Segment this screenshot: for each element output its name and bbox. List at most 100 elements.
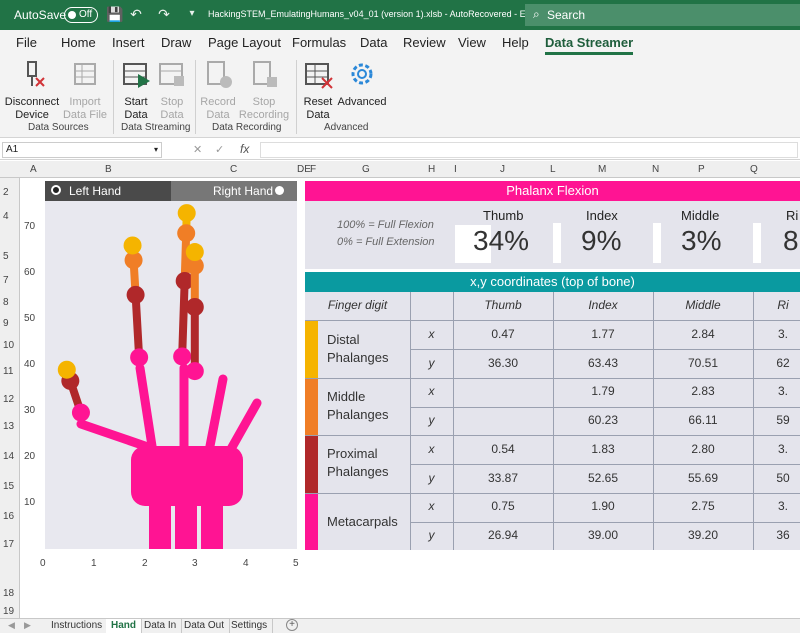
coordinate-cell[interactable]: 59	[753, 413, 800, 427]
import-data-file-button[interactable]: Import Data File	[60, 58, 110, 122]
coordinate-cell[interactable]: 2.75	[653, 499, 753, 513]
tab-view[interactable]: View	[458, 35, 486, 50]
column-header[interactable]: F	[310, 164, 316, 175]
coordinate-cell[interactable]: 33.87	[453, 471, 553, 485]
column-header[interactable]: M	[598, 164, 606, 175]
row-header[interactable]: 8	[3, 297, 9, 308]
reset-data-button[interactable]: Reset Data	[300, 58, 336, 122]
coordinate-cell[interactable]: 3.	[753, 499, 800, 513]
row-header[interactable]: 11	[3, 366, 13, 377]
coordinate-cell[interactable]: 3.	[753, 442, 800, 456]
column-header[interactable]: G	[362, 164, 370, 175]
row-header[interactable]: 4	[3, 211, 9, 222]
row-header[interactable]: 9	[3, 318, 9, 329]
row-header[interactable]: 12	[3, 394, 14, 405]
coordinate-cell[interactable]: 60.23	[553, 413, 653, 427]
radio-right-hand-icon[interactable]	[275, 186, 284, 195]
sheet-tab-data-out[interactable]: Data Out	[179, 619, 231, 633]
sheet-tab-settings[interactable]: Settings	[226, 619, 274, 633]
scroll-left-icon[interactable]: ◀	[8, 620, 15, 631]
stop-recording-button[interactable]: Stop Recording	[238, 58, 290, 122]
stop-data-button[interactable]: Stop Data	[154, 58, 190, 122]
column-header[interactable]: L	[550, 164, 556, 175]
save-icon[interactable]: 💾	[106, 6, 123, 22]
coordinate-cell[interactable]: 36.30	[453, 356, 553, 370]
column-header[interactable]: N	[652, 164, 659, 175]
enter-icon[interactable]: ✓	[215, 143, 224, 156]
row-header[interactable]: 14	[3, 451, 14, 462]
column-header[interactable]: C	[230, 164, 237, 175]
cancel-icon[interactable]: ✕	[193, 143, 202, 156]
coordinate-cell[interactable]: 0.47	[453, 327, 553, 341]
tab-home[interactable]: Home	[61, 35, 96, 50]
add-sheet-icon[interactable]: +	[286, 619, 298, 631]
coordinate-cell[interactable]: 50	[753, 471, 800, 485]
radio-left-hand-icon[interactable]	[51, 185, 61, 195]
formula-input[interactable]	[260, 142, 798, 158]
column-header[interactable]: A	[30, 164, 37, 175]
column-header[interactable]: J	[500, 164, 505, 175]
tab-data[interactable]: Data	[360, 35, 387, 50]
tab-help[interactable]: Help	[502, 35, 529, 50]
coordinate-cell[interactable]: 52.65	[553, 471, 653, 485]
coordinate-cell[interactable]: 63.43	[553, 356, 653, 370]
tab-page-layout[interactable]: Page Layout	[208, 35, 281, 50]
redo-icon[interactable]: ↷	[156, 6, 172, 22]
sheet-tab-data-in[interactable]: Data In	[139, 619, 183, 633]
right-hand-label[interactable]: Right Hand	[213, 184, 273, 198]
column-header[interactable]: DE	[297, 164, 311, 175]
coordinate-cell[interactable]: 39.20	[653, 528, 753, 542]
column-header[interactable]: P	[698, 164, 705, 175]
column-header[interactable]: Q	[750, 164, 758, 175]
coordinate-cell[interactable]: 2.84	[653, 327, 753, 341]
left-hand-label[interactable]: Left Hand	[69, 184, 121, 198]
tab-data-streamer[interactable]: Data Streamer	[545, 35, 634, 55]
coordinate-cell[interactable]: 66.11	[653, 413, 753, 427]
sheet-tab-hand[interactable]: Hand	[106, 619, 142, 633]
row-header[interactable]: 5	[3, 251, 9, 262]
sheet-tab-instructions[interactable]: Instructions	[46, 619, 109, 633]
column-header[interactable]: B	[105, 164, 112, 175]
row-header[interactable]: 15	[3, 481, 14, 492]
coordinate-cell[interactable]: 0.54	[453, 442, 553, 456]
tab-insert[interactable]: Insert	[112, 35, 145, 50]
coordinate-cell[interactable]: 62	[753, 356, 800, 370]
coordinate-cell[interactable]: 70.51	[653, 356, 753, 370]
advanced-button[interactable]: Advanced	[336, 58, 388, 109]
row-header[interactable]: 18	[3, 588, 14, 599]
column-header[interactable]: I	[454, 164, 457, 175]
name-box[interactable]: A1 ▾	[2, 142, 162, 158]
row-header[interactable]: 17	[3, 539, 14, 550]
scroll-right-icon[interactable]: ▶	[24, 620, 31, 631]
insert-function-icon[interactable]: fx	[240, 142, 249, 156]
coordinate-cell[interactable]: 1.79	[553, 384, 653, 398]
coordinate-cell[interactable]: 2.83	[653, 384, 753, 398]
coordinate-cell[interactable]: 55.69	[653, 471, 753, 485]
row-header[interactable]: 16	[3, 511, 14, 522]
coordinate-cell[interactable]: 0.75	[453, 499, 553, 513]
coordinate-cell[interactable]: 3.	[753, 384, 800, 398]
row-header[interactable]: 7	[3, 275, 9, 286]
row-header[interactable]: 2	[3, 187, 9, 198]
record-data-button[interactable]: Record Data	[198, 58, 238, 122]
customize-qat-icon[interactable]: ▾	[184, 6, 200, 22]
coordinate-cell[interactable]: 39.00	[553, 528, 653, 542]
coordinate-cell[interactable]: 1.90	[553, 499, 653, 513]
coordinate-cell[interactable]: 36	[753, 528, 800, 542]
coordinate-cell[interactable]: 26.94	[453, 528, 553, 542]
autosave-toggle[interactable]: Off	[64, 7, 98, 23]
coordinate-cell[interactable]: 2.80	[653, 442, 753, 456]
disconnect-device-button[interactable]: Disconnect Device	[4, 58, 60, 122]
coordinate-cell[interactable]: 1.77	[553, 327, 653, 341]
undo-icon[interactable]: ↶	[128, 6, 144, 22]
tab-review[interactable]: Review	[403, 35, 446, 50]
tab-formulas[interactable]: Formulas	[292, 35, 346, 50]
coordinate-cell[interactable]: 1.83	[553, 442, 653, 456]
coordinate-cell[interactable]: 3.	[753, 327, 800, 341]
tab-file[interactable]: File	[16, 35, 37, 50]
row-header[interactable]: 19	[3, 606, 14, 617]
row-header[interactable]: 13	[3, 421, 14, 432]
search-box[interactable]: ⌕ Search	[525, 4, 800, 26]
tab-draw[interactable]: Draw	[161, 35, 191, 50]
start-data-button[interactable]: Start Data	[116, 58, 156, 122]
